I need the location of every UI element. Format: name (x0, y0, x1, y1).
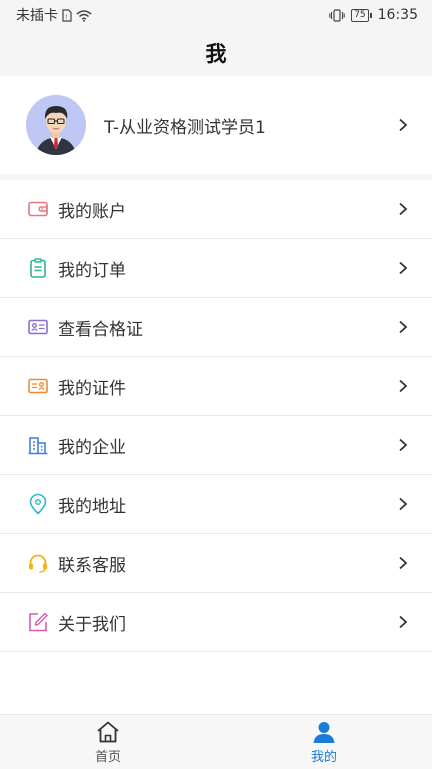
page-title: 我 (205, 42, 227, 66)
chevron-right-icon (398, 379, 408, 393)
chevron-right-icon (398, 615, 408, 629)
status-left: 未插卡 ! (16, 5, 92, 25)
menu-label: 查看合格证 (58, 319, 143, 340)
menu-label: 我的订单 (58, 260, 126, 281)
tab-home[interactable]: 首页 (0, 715, 216, 769)
status-right: 75 16:35 (329, 7, 418, 23)
menu-label: 我的证件 (58, 378, 126, 399)
menu-item-certificate[interactable]: 查看合格证 (0, 298, 432, 357)
menu-item-support[interactable]: 联系客服 (0, 534, 432, 593)
menu-label: 我的企业 (58, 437, 126, 458)
headset-icon (27, 552, 49, 574)
chevron-right-icon (398, 261, 408, 275)
page-header: 我 (0, 30, 432, 76)
tab-label: 我的 (310, 749, 337, 765)
id-card-icon (27, 316, 49, 338)
menu-item-orders[interactable]: 我的订单 (0, 239, 432, 298)
tab-label: 首页 (94, 749, 121, 765)
profile-row[interactable]: T-从业资格测试学员1 (0, 76, 432, 174)
chevron-right-icon (398, 202, 408, 216)
menu-label: 我的地址 (58, 496, 126, 517)
menu-item-account[interactable]: 我的账户 (0, 180, 432, 239)
battery-indicator: 75 (351, 8, 373, 22)
chevron-right-icon (398, 556, 408, 570)
chevron-right-icon (398, 118, 408, 132)
menu-item-about[interactable]: 关于我们 (0, 593, 432, 652)
clipboard-icon (27, 257, 49, 279)
menu-item-documents[interactable]: 我的证件 (0, 357, 432, 416)
sim-card-icon: ! (62, 8, 72, 22)
status-bar: 未插卡 ! 75 16:35 (0, 0, 432, 30)
menu-item-company[interactable]: 我的企业 (0, 416, 432, 475)
vibrate-icon (329, 8, 345, 22)
menu-list: 我的账户 我的订单 查看合格证 我的证件 我的企业 我的地址 联系客服 关于我们 (0, 180, 432, 652)
menu-label: 联系客服 (58, 555, 126, 576)
clock-text: 16:35 (377, 7, 418, 23)
avatar (26, 95, 86, 155)
wallet-icon (27, 198, 49, 220)
building-icon (27, 434, 49, 456)
menu-item-address[interactable]: 我的地址 (0, 475, 432, 534)
location-pin-icon (27, 493, 49, 515)
svg-text:!: ! (65, 14, 67, 21)
carrier-text: 未插卡 (16, 8, 58, 24)
menu-label: 我的账户 (58, 201, 126, 222)
chevron-right-icon (398, 438, 408, 452)
bottom-tab-bar: 首页 我的 (0, 714, 432, 769)
wifi-icon (76, 9, 92, 22)
certificate-icon (27, 375, 49, 397)
profile-name: T-从业资格测试学员1 (104, 117, 266, 138)
chevron-right-icon (398, 497, 408, 511)
menu-label: 关于我们 (58, 614, 126, 635)
user-icon (311, 720, 337, 744)
tab-mine[interactable]: 我的 (216, 715, 432, 769)
edit-icon (27, 611, 49, 633)
chevron-right-icon (398, 320, 408, 334)
home-icon (95, 720, 121, 744)
